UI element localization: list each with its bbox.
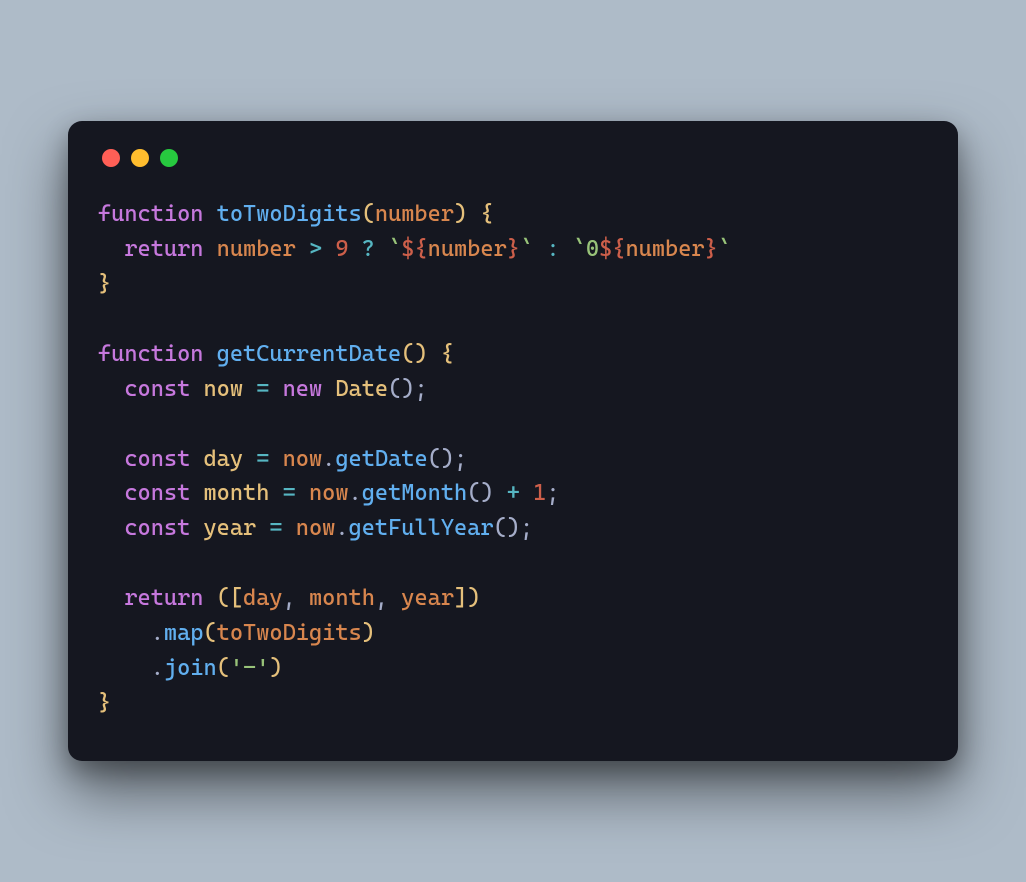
parens: () [428, 446, 454, 472]
keyword-const: const [124, 446, 190, 472]
template-backtick: ` [718, 236, 731, 262]
method-map: map [164, 620, 204, 646]
interp-close: } [507, 236, 520, 262]
comma: , [283, 585, 296, 611]
minimize-icon[interactable] [131, 149, 149, 167]
parens: () [467, 480, 493, 506]
interp-open: ${ [599, 236, 625, 262]
operator-eq: = [269, 515, 282, 541]
keyword-return: return [124, 236, 203, 262]
paren-open: ( [362, 201, 375, 227]
indent [98, 585, 124, 611]
semicolon: ; [520, 515, 533, 541]
indent [98, 515, 124, 541]
function-name: toTwoDigits [217, 201, 362, 227]
template-literal-zero: 0 [586, 236, 599, 262]
parens: () [401, 341, 427, 367]
interp-ident: number [428, 236, 507, 262]
paren-close: ) [467, 585, 480, 611]
indent [98, 620, 151, 646]
indent [98, 480, 124, 506]
keyword-const: const [124, 515, 190, 541]
code-block: function toTwoDigits(number) { return nu… [98, 197, 928, 720]
semicolon: ; [414, 376, 427, 402]
interp-open: ${ [401, 236, 427, 262]
operator-plus: + [507, 480, 520, 506]
keyword-const: const [124, 376, 190, 402]
keyword-new: new [283, 376, 323, 402]
identifier-day: day [243, 585, 283, 611]
brace-open: { [480, 201, 493, 227]
brace-close: } [98, 690, 111, 716]
interp-close: } [705, 236, 718, 262]
operator-eq: = [283, 480, 296, 506]
template-backtick: ` [388, 236, 401, 262]
number: 1 [533, 480, 546, 506]
semicolon: ; [546, 480, 559, 506]
paren-close: ) [269, 655, 282, 681]
paren-open: ( [217, 655, 230, 681]
close-icon[interactable] [102, 149, 120, 167]
variable-now: now [203, 376, 243, 402]
argument: toTwoDigits [217, 620, 362, 646]
brace-open: { [441, 341, 454, 367]
comma: , [375, 585, 388, 611]
operator-eq: = [256, 446, 269, 472]
method-getfullyear: getFullYear [349, 515, 494, 541]
keyword-function: function [98, 201, 203, 227]
variable-day: day [203, 446, 243, 472]
indent [98, 446, 124, 472]
traffic-lights [98, 149, 928, 167]
dot: . [322, 446, 335, 472]
dot: . [151, 620, 164, 646]
bracket-open: [ [230, 585, 243, 611]
paren-close: ) [362, 620, 375, 646]
operator-ternary-q: ? [362, 236, 375, 262]
template-backtick: ` [573, 236, 586, 262]
paren-close: ) [454, 201, 467, 227]
paren-open: ( [217, 585, 230, 611]
code-window: function toTwoDigits(number) { return nu… [68, 121, 958, 760]
variable-year: year [203, 515, 256, 541]
maximize-icon[interactable] [160, 149, 178, 167]
parens: () [494, 515, 520, 541]
operator-ternary-colon: : [546, 236, 559, 262]
dot: . [349, 480, 362, 506]
bracket-close: ] [454, 585, 467, 611]
keyword-return: return [124, 585, 203, 611]
keyword-function: function [98, 341, 203, 367]
identifier: number [217, 236, 296, 262]
variable-month: month [203, 480, 269, 506]
dot: . [151, 655, 164, 681]
string-dash: '-' [230, 655, 270, 681]
method-join: join [164, 655, 217, 681]
paren-open: ( [203, 620, 216, 646]
brace-close: } [98, 271, 111, 297]
identifier-month: month [309, 585, 375, 611]
parens: () [388, 376, 414, 402]
dot: . [335, 515, 348, 541]
number: 9 [335, 236, 348, 262]
function-name: getCurrentDate [217, 341, 402, 367]
operator-gt: > [309, 236, 322, 262]
identifier-year: year [401, 585, 454, 611]
template-backtick: ` [520, 236, 533, 262]
method-getdate: getDate [335, 446, 427, 472]
semicolon: ; [454, 446, 467, 472]
indent [98, 376, 124, 402]
indent [98, 655, 151, 681]
identifier-now: now [296, 515, 336, 541]
interp-ident: number [625, 236, 704, 262]
method-getmonth: getMonth [362, 480, 467, 506]
keyword-const: const [124, 480, 190, 506]
param: number [375, 201, 454, 227]
identifier-now: now [309, 480, 349, 506]
operator-eq: = [256, 376, 269, 402]
indent [98, 236, 124, 262]
identifier-now: now [283, 446, 323, 472]
class-date: Date [335, 376, 388, 402]
